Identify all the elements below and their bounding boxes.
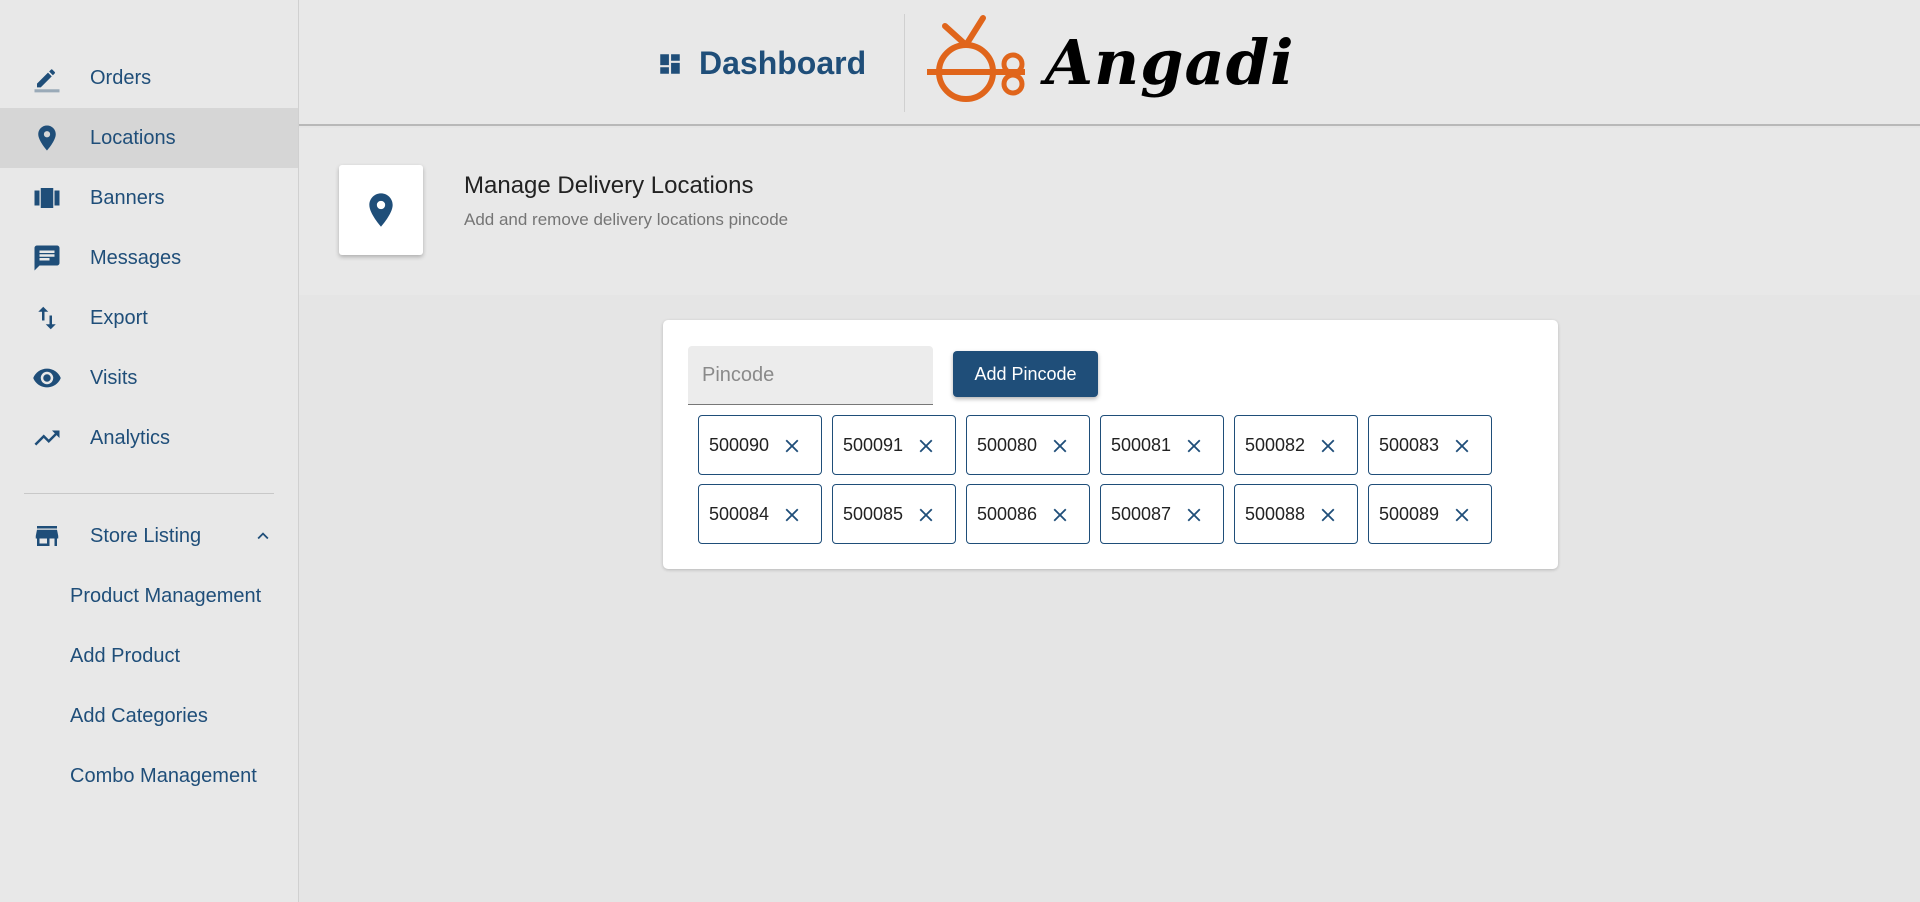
header-divider (904, 14, 905, 112)
sidebar-item-label: Analytics (90, 426, 171, 449)
sidebar-item-label: Orders (90, 66, 152, 89)
remove-pincode-icon[interactable] (915, 435, 937, 457)
page-header-band: Manage Delivery Locations Add and remove… (299, 128, 1920, 295)
dashboard-icon (660, 53, 680, 74)
pincode-chip-label: 500087 (1111, 504, 1172, 524)
pincode-chip-label: 500080 (977, 435, 1038, 455)
angadi-logo-mark (927, 15, 1025, 102)
pincode-chip: 500088 (1234, 484, 1358, 544)
location-pin-icon (369, 193, 393, 227)
pincode-chip: 500082 (1234, 415, 1358, 475)
remove-pincode-icon[interactable] (1317, 504, 1339, 526)
sidebar-subitem-label: Add Categories (70, 704, 208, 727)
sidebar-item-label: Messages (90, 246, 182, 269)
sidebar-item-locations[interactable]: Locations (0, 108, 298, 168)
pincode-chip: 500087 (1100, 484, 1224, 544)
pincode-chip-label: 500091 (843, 435, 904, 455)
brand-logo: Angadi (921, 14, 1295, 110)
remove-pincode-icon[interactable] (1451, 504, 1473, 526)
dashboard-label: Dashboard (699, 45, 867, 81)
sidebar-subitem-product-management[interactable]: Product Management (0, 566, 298, 626)
top-header: Dashboard Angadi (299, 0, 1920, 126)
sidebar-item-label: Visits (90, 366, 138, 389)
pincode-chip-label: 500088 (1245, 504, 1306, 524)
carousel-icon (32, 183, 62, 213)
remove-pincode-icon[interactable] (1183, 504, 1205, 526)
store-icon (32, 521, 62, 551)
page-title: Manage Delivery Locations (464, 172, 754, 199)
sidebar-subitem-label: Add Product (70, 644, 181, 667)
pincode-chip: 500080 (966, 415, 1090, 475)
pincode-chip-label: 500085 (843, 504, 904, 524)
remove-pincode-icon[interactable] (1317, 435, 1339, 457)
pincode-chip: 500086 (966, 484, 1090, 544)
pincode-chip: 500084 (698, 484, 822, 544)
sidebar-item-store-listing[interactable]: Store Listing (0, 506, 298, 566)
pincode-chip: 500081 (1100, 415, 1224, 475)
sidebar-subitem-add-product[interactable]: Add Product (0, 626, 298, 686)
pincode-chip: 500083 (1368, 415, 1492, 475)
page-subtitle: Add and remove delivery locations pincod… (464, 210, 789, 229)
sidebar-subitem-label: Combo Management (70, 764, 257, 787)
sidebar-item-messages[interactable]: Messages (0, 228, 298, 288)
pincode-chip: 500085 (832, 484, 956, 544)
add-pincode-button[interactable]: Add Pincode (953, 351, 1098, 397)
remove-pincode-icon[interactable] (1049, 504, 1071, 526)
remove-pincode-icon[interactable] (781, 435, 803, 457)
sidebar-item-label: Banners (90, 186, 165, 209)
remove-pincode-icon[interactable] (781, 504, 803, 526)
chevron-up-icon[interactable] (252, 525, 274, 547)
pincode-chip-label: 500084 (709, 504, 770, 524)
brand-name: Angadi (1045, 25, 1295, 99)
message-icon (32, 243, 62, 273)
remove-pincode-icon[interactable] (1049, 435, 1071, 457)
pincode-chip: 500091 (832, 415, 956, 475)
swap-vertical-icon (32, 303, 62, 333)
pincode-chip: 500089 (1368, 484, 1492, 544)
pincode-card: Add Pincode 500090 500091 500080 500081 5000… (663, 320, 1558, 569)
sidebar: Orders Locations Banners Messages Export… (0, 0, 299, 902)
sidebar-item-orders[interactable]: Orders (0, 48, 298, 108)
sidebar-item-export[interactable]: Export (0, 288, 298, 348)
pincode-input[interactable] (688, 346, 933, 405)
pincode-chip-label: 500086 (977, 504, 1038, 524)
eye-icon (32, 363, 62, 393)
pincode-chip: 500090 (698, 415, 822, 475)
pincode-chip-label: 500081 (1111, 435, 1172, 455)
remove-pincode-icon[interactable] (1183, 435, 1205, 457)
sidebar-item-analytics[interactable]: Analytics (0, 408, 298, 468)
sidebar-item-label: Export (90, 306, 148, 329)
remove-pincode-icon[interactable] (1451, 435, 1473, 457)
sidebar-divider (24, 493, 274, 494)
trending-up-icon (32, 423, 62, 453)
remove-pincode-icon[interactable] (915, 504, 937, 526)
pincode-chip-label: 500083 (1379, 435, 1440, 455)
sidebar-item-label: Locations (90, 126, 176, 149)
pincode-chip-label: 500082 (1245, 435, 1306, 455)
sidebar-subitem-label: Product Management (70, 584, 262, 607)
sidebar-subitem-add-categories[interactable]: Add Categories (0, 686, 298, 746)
sidebar-item-visits[interactable]: Visits (0, 348, 298, 408)
sidebar-item-banners[interactable]: Banners (0, 168, 298, 228)
sidebar-item-label: Store Listing (90, 524, 202, 547)
pincode-chip-label: 500090 (709, 435, 770, 455)
page-icon-card (339, 165, 423, 255)
pincode-chip-label: 500089 (1379, 504, 1440, 524)
dashboard-link[interactable]: Dashboard (657, 45, 866, 82)
location-pin-icon (32, 123, 62, 153)
sidebar-subitem-combo-management[interactable]: Combo Management (0, 746, 298, 806)
edit-icon (32, 63, 62, 93)
